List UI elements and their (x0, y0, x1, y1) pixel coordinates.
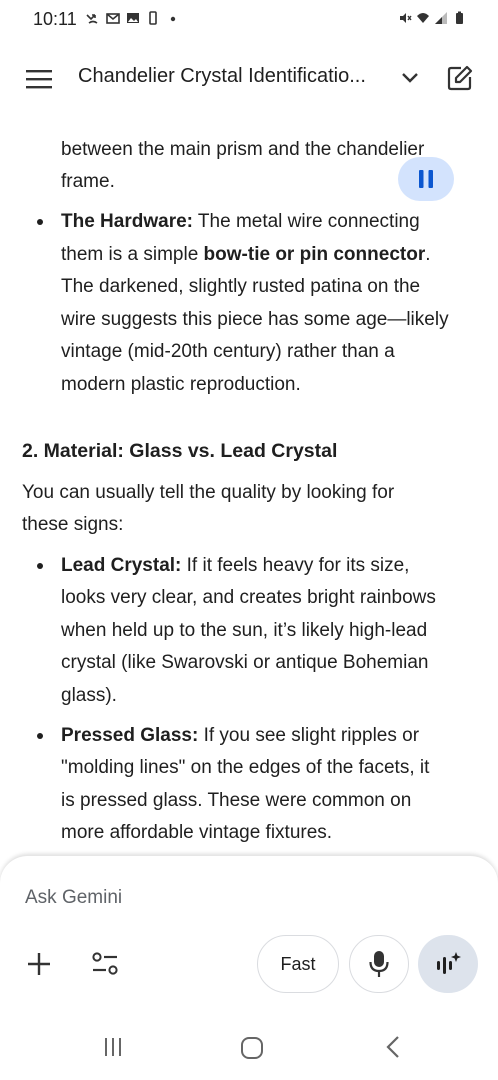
text-line: more affordable vintage fixtures. (61, 822, 333, 843)
chevron-down-icon (402, 73, 418, 83)
wifi-icon (417, 13, 429, 23)
bullet-dot (37, 563, 43, 569)
text-line: crystal (like Swarovski or antique Bohem… (61, 652, 429, 673)
text-line: "molding lines" on the edges of the face… (61, 757, 430, 778)
add-attachment-button[interactable] (20, 945, 58, 983)
pause-button[interactable] (398, 157, 454, 201)
gemini-live-button[interactable] (418, 935, 478, 993)
bullet-dot (37, 219, 43, 225)
system-icons (398, 11, 466, 25)
bullet-dot (37, 733, 43, 739)
phone-icon (149, 11, 157, 25)
text-line: vintage (mid-20th century) rather than a (61, 341, 395, 362)
image-icon (127, 13, 139, 23)
battery-icon (456, 11, 463, 24)
text-line: frame. (61, 171, 115, 192)
plus-icon (28, 953, 50, 975)
menu-icon (26, 70, 52, 89)
text-span: The metal wire connecting (192, 211, 420, 232)
text-line: is pressed glass. These were common on (61, 790, 412, 811)
home-icon (241, 1037, 263, 1059)
text-span: . (425, 244, 431, 265)
text-line: glass). (61, 685, 117, 706)
model-mode-button[interactable]: Fast (257, 935, 339, 993)
status-time: 10:11 (33, 9, 77, 29)
microphone-button[interactable] (349, 935, 409, 993)
prompt-input-card: Ask Gemini Fast (0, 855, 498, 1016)
title-dropdown-button[interactable] (396, 64, 424, 92)
pressed-glass-line-1: Pressed Glass: If you see slight ripples… (61, 720, 419, 753)
bold-text: bow-tie or pin connector (203, 244, 426, 265)
live-waveform-icon (437, 952, 461, 974)
text-line: when held up to the sun, it’s likely hig… (61, 620, 428, 641)
notification-icons (86, 11, 180, 25)
back-icon (386, 1036, 399, 1058)
model-mode-label: Fast (280, 953, 316, 974)
text-line: modern plastic reproduction. (61, 374, 301, 395)
pressed-glass-label: Pressed Glass: (61, 725, 199, 746)
hardware-line-2: them is a simple bow-tie or pin connecto… (61, 239, 431, 272)
gemini-chat-screen: 10:11 Chandelier Crystal Identificatio..… (0, 0, 498, 1080)
system-navigation-bar (0, 1016, 498, 1080)
app-header: Chandelier Crystal Identificatio... (0, 50, 498, 108)
text-line: between the main prism and the chandelie… (61, 139, 425, 160)
ask-gemini-input[interactable]: Ask Gemini (25, 887, 122, 909)
dot-icon (170, 16, 176, 22)
text-line: The darkened, slightly rusted patina on … (61, 276, 421, 297)
status-bar: 10:11 (0, 0, 498, 40)
new-chat-button[interactable] (444, 62, 476, 94)
edit-icon (447, 65, 473, 91)
text-line: these signs: (22, 514, 124, 535)
recents-button[interactable] (98, 1032, 128, 1062)
pause-icon (419, 170, 433, 188)
lead-crystal-label: Lead Crystal: (61, 555, 182, 576)
missed-call-icon (86, 14, 98, 24)
chat-title[interactable]: Chandelier Crystal Identificatio... (78, 65, 388, 88)
text-line: looks very clear, and creates bright rai… (61, 587, 436, 608)
microphone-icon (369, 951, 389, 977)
recents-icon (105, 1038, 121, 1056)
tools-icon (92, 952, 118, 975)
hardware-line-1: The Hardware: The metal wire connecting (61, 206, 420, 239)
text-span: them is a simple (61, 244, 204, 265)
text-span: If you see slight ripples or (198, 725, 420, 746)
back-button[interactable] (378, 1032, 408, 1062)
section-heading: 2. Material: Glass vs. Lead Crystal (22, 440, 338, 462)
lead-crystal-line-1: Lead Crystal: If it feels heavy for its … (61, 550, 409, 583)
text-line: wire suggests this piece has some age—li… (61, 309, 449, 330)
mute-icon (400, 13, 412, 23)
gmail-icon (106, 13, 120, 24)
response-content: between the main prism and the chandelie… (0, 124, 498, 854)
home-button[interactable] (236, 1032, 268, 1064)
text-span: If it feels heavy for its size, (181, 555, 410, 576)
signal-icon (435, 12, 447, 24)
tools-button[interactable] (86, 945, 124, 983)
menu-button[interactable] (22, 62, 56, 96)
hardware-label: The Hardware: (61, 211, 193, 232)
text-line: You can usually tell the quality by look… (22, 482, 395, 503)
